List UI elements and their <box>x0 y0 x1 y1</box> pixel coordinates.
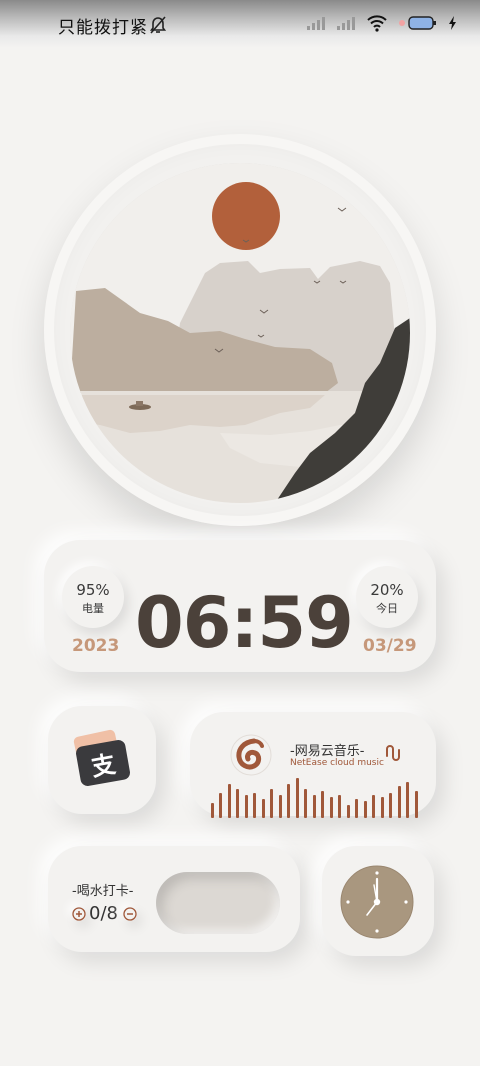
minus-icon <box>123 907 137 921</box>
visualizer-bar <box>414 791 418 818</box>
signal-icon <box>307 17 325 30</box>
visualizer-bar <box>406 782 410 818</box>
netease-music-icon <box>230 734 272 776</box>
visualizer-bar <box>261 799 265 818</box>
battery-icon <box>399 16 436 30</box>
time-display: 06:59 <box>135 582 354 664</box>
visualizer-bar <box>295 778 299 818</box>
signal-icon <box>337 17 355 30</box>
visualizer-bar <box>236 789 240 818</box>
visualizer-bar <box>304 789 308 818</box>
visualizer-bar <box>321 791 325 818</box>
year-label: 2023 <box>72 636 120 656</box>
mute-bell-icon <box>149 16 167 34</box>
visualizer-bar <box>372 795 376 818</box>
battery-percent: 95% <box>76 581 110 599</box>
music-subtitle: NetEase cloud music <box>290 758 384 768</box>
visualizer-bar <box>278 795 282 818</box>
waveform-icon <box>386 745 400 761</box>
plus-icon <box>72 907 86 921</box>
water-progress-tube <box>156 872 280 934</box>
water-title: -喝水打卡- <box>72 884 134 899</box>
sun-icon <box>212 182 280 250</box>
visualizer-bar <box>253 793 257 818</box>
charging-icon <box>449 16 456 30</box>
battery-label: 电量 <box>82 602 104 615</box>
visualizer-bar <box>329 797 333 818</box>
date-label: 03/29 <box>363 636 417 656</box>
visualizer-bar <box>211 803 214 818</box>
visualizer-bar <box>346 805 350 818</box>
landscape-illustration <box>70 163 410 503</box>
landscape-painting <box>70 163 410 503</box>
visualizer-bar <box>244 795 248 818</box>
visualizer-bar <box>219 793 223 818</box>
music-title: -网易云音乐- <box>290 744 365 759</box>
carrier-text: 只能拨打紧 <box>58 18 148 38</box>
visualizer-bar <box>270 789 274 818</box>
visualizer-bar <box>287 784 291 818</box>
visualizer-bar <box>380 797 384 818</box>
audio-visualizer <box>210 772 422 818</box>
water-count: 0/8 <box>89 903 118 924</box>
visualizer-bar <box>312 795 316 818</box>
visualizer-bar <box>397 786 401 818</box>
wifi-icon <box>367 15 387 32</box>
visualizer-bar <box>227 784 231 818</box>
today-label: 今日 <box>376 602 398 615</box>
status-icons <box>306 14 458 32</box>
visualizer-bar <box>389 793 393 818</box>
visualizer-bar <box>363 801 367 818</box>
visualizer-bar <box>355 799 359 818</box>
analog-clock-icon <box>340 865 414 939</box>
visualizer-bar <box>338 795 342 818</box>
today-percent: 20% <box>370 581 404 599</box>
